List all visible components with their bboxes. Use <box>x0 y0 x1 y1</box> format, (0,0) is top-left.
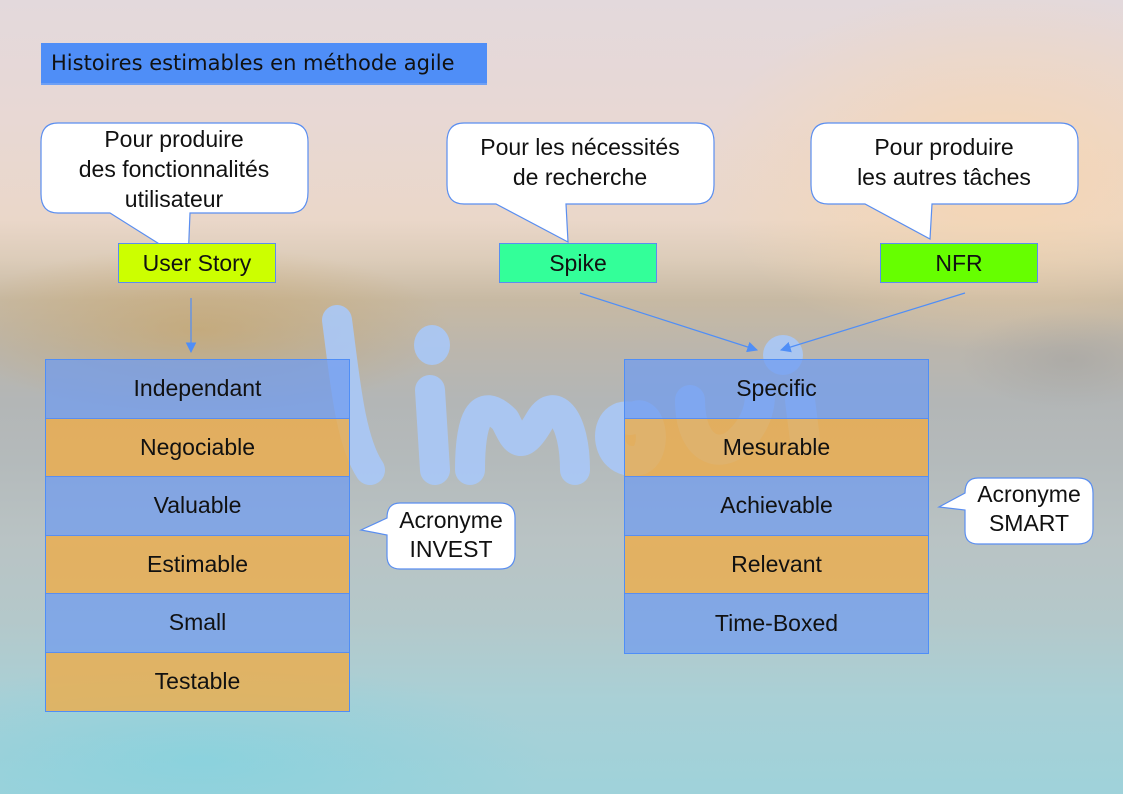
type-spike[interactable]: Spike <box>499 243 657 283</box>
arrow-spike-to-smart <box>579 292 759 353</box>
invest-item-testable: Testable <box>46 652 349 711</box>
smart-item-time-boxed: Time-Boxed <box>625 594 928 653</box>
callout-smart: Acronyme SMART <box>937 477 1098 547</box>
invest-list: Independant Negociable Valuable Estimabl… <box>45 359 350 712</box>
invest-item-estimable: Estimable <box>46 535 349 594</box>
callout-user-story: Pour produire des fonctionnalités utilis… <box>40 122 310 264</box>
invest-item-independant: Independant <box>46 360 349 419</box>
smart-list: Specific Mesurable Achievable Relevant T… <box>624 359 929 654</box>
callout-text: Pour produire des fonctionnalités utilis… <box>78 126 270 212</box>
callout-invest: Acronyme INVEST <box>359 502 520 572</box>
smart-item-relevant: Relevant <box>625 535 928 594</box>
invest-item-negociable: Negociable <box>46 418 349 477</box>
invest-item-valuable: Valuable <box>46 477 349 536</box>
smart-item-achievable: Achievable <box>625 477 928 536</box>
smart-item-mesurable: Mesurable <box>625 418 928 477</box>
callout-nfr: Pour produire les autres tâches <box>810 122 1080 242</box>
callout-spike: Pour les nécessités de recherche <box>446 122 716 244</box>
arrow-nfr-to-smart <box>779 292 966 353</box>
invest-item-small: Small <box>46 594 349 653</box>
callout-text: Acronyme SMART <box>977 481 1081 536</box>
callout-text: Acronyme INVEST <box>399 507 503 562</box>
type-user-story[interactable]: User Story <box>118 243 276 283</box>
type-nfr[interactable]: NFR <box>880 243 1038 283</box>
callout-text: Pour produire les autres tâches <box>857 134 1031 190</box>
smart-item-specific: Specific <box>625 360 928 419</box>
callout-text: Pour les nécessités de recherche <box>480 134 680 190</box>
page-title: Histoires estimables en méthode agile <box>41 43 487 85</box>
